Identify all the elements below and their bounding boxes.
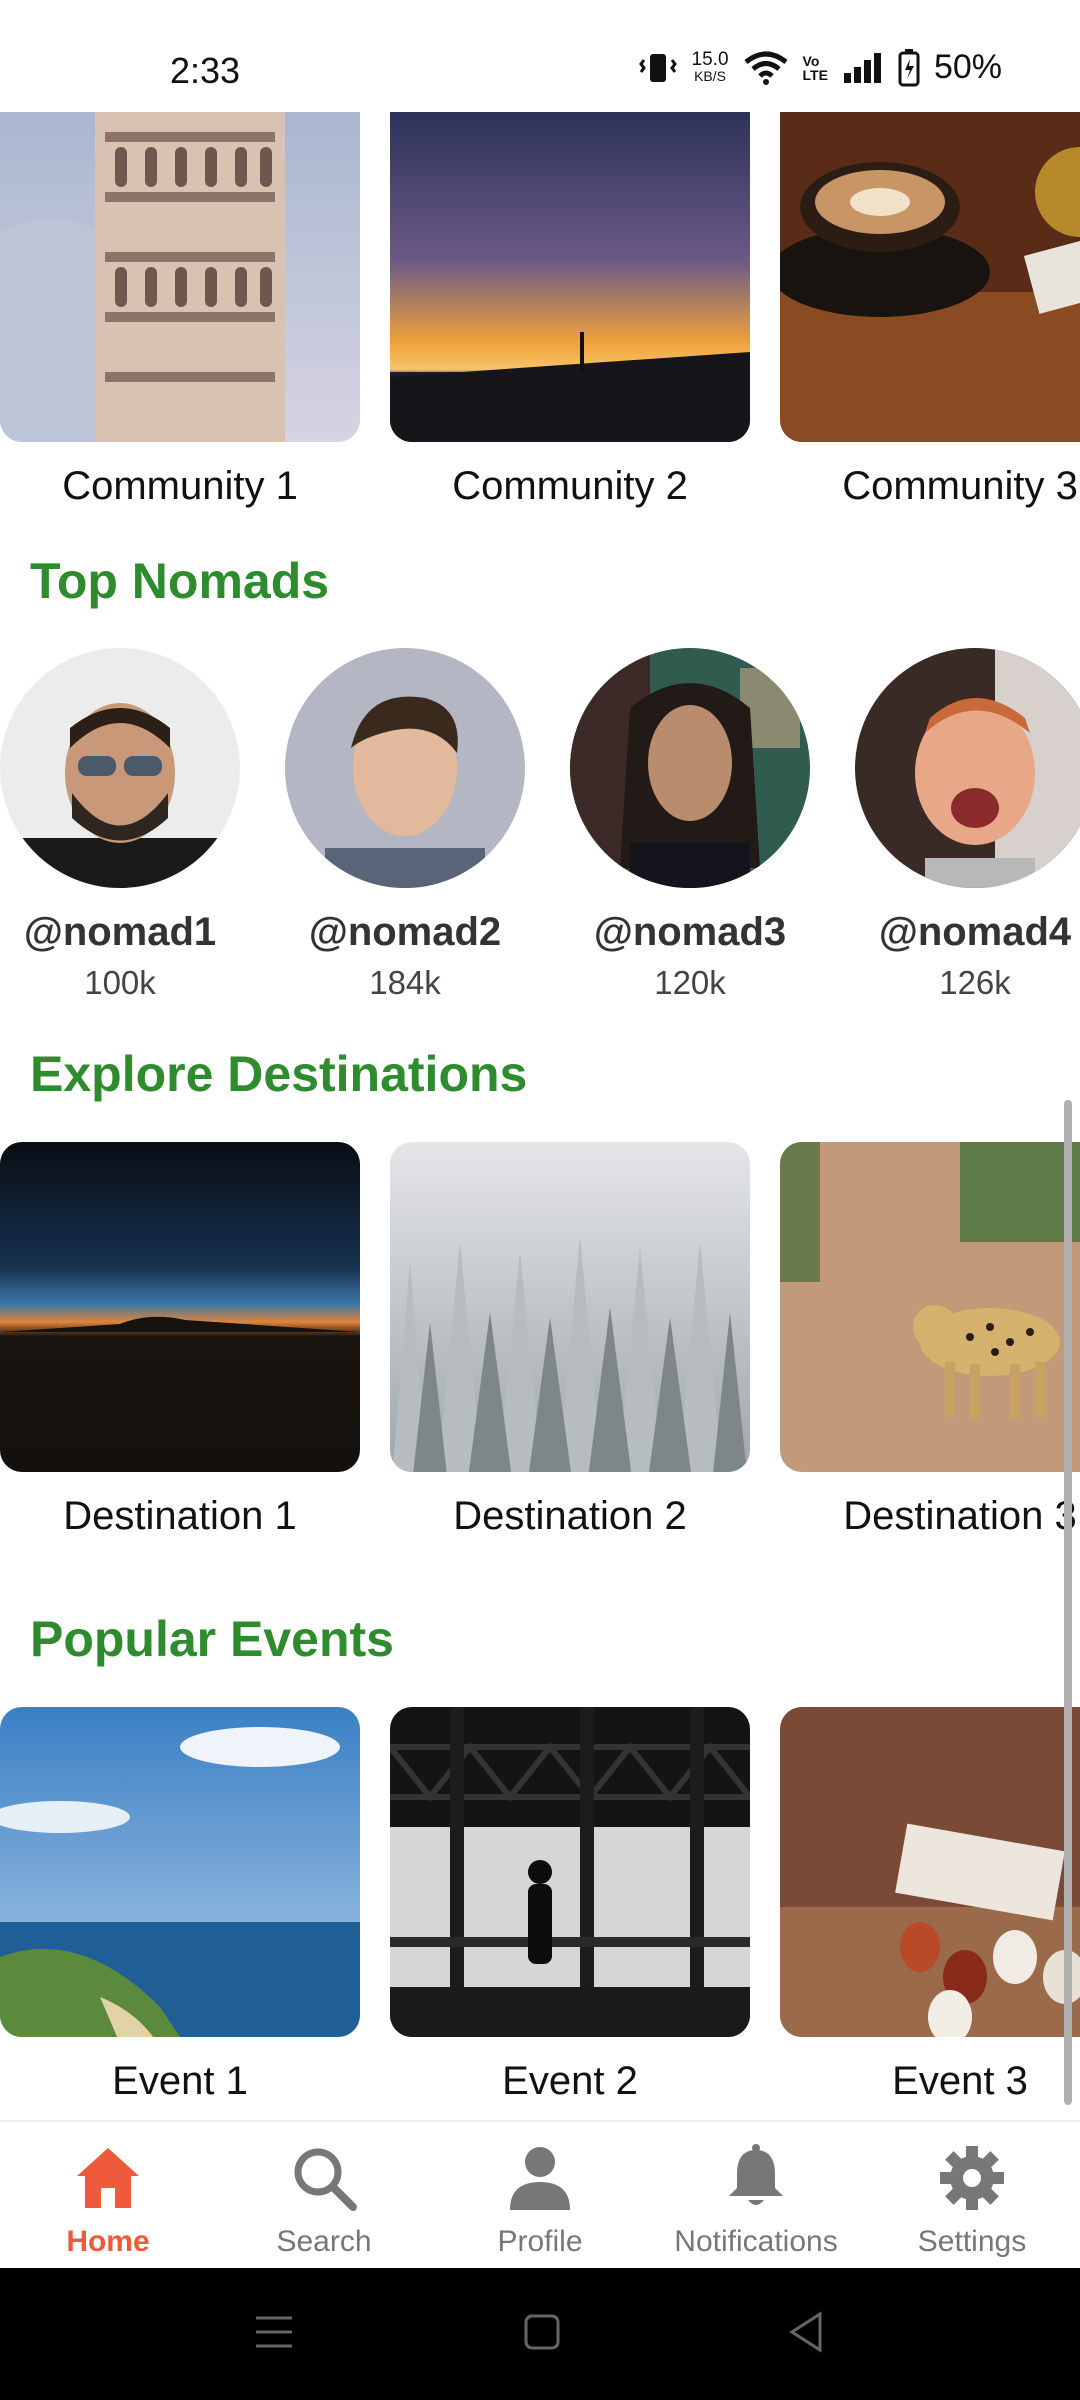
nomad-followers: 126k	[939, 964, 1011, 1001]
event-card[interactable]: Event 2	[390, 1707, 750, 2103]
nomad-followers: 100k	[84, 964, 156, 1001]
community-image	[780, 112, 1080, 442]
event-label: Event 1	[112, 2059, 248, 2103]
event-label: Event 3	[892, 2059, 1028, 2103]
nomad-card[interactable]: @nomad4 126k	[855, 648, 1080, 1001]
nomad-followers: 120k	[654, 964, 726, 1001]
community-image	[0, 112, 360, 442]
avatar	[0, 648, 240, 888]
nav-settings[interactable]: Settings	[864, 2122, 1080, 2270]
community-card[interactable]: Community 2	[390, 112, 750, 508]
bell-icon	[721, 2144, 791, 2217]
community-card[interactable]: Community 3	[780, 112, 1080, 508]
event-image	[390, 1707, 750, 2037]
nav-label: Home	[66, 2225, 150, 2258]
community-card[interactable]: Community 1	[0, 112, 360, 508]
back-button-icon[interactable]	[786, 2310, 826, 2359]
event-card[interactable]: Event 1	[0, 1707, 360, 2103]
nav-label: Search	[276, 2225, 372, 2258]
nav-search[interactable]: Search	[216, 2122, 432, 2270]
destination-label: Destination 1	[63, 1494, 297, 1538]
system-nav-bar	[0, 2268, 1080, 2400]
event-image	[780, 1707, 1080, 2037]
nomad-card[interactable]: @nomad1 100k	[0, 648, 240, 1001]
nomad-handle: @nomad3	[593, 910, 787, 954]
destination-image	[780, 1142, 1080, 1472]
gear-icon	[937, 2144, 1007, 2217]
avatar	[285, 648, 525, 888]
event-image	[0, 1707, 360, 2037]
avatar	[570, 648, 810, 888]
community-label: Community 1	[62, 464, 298, 508]
section-title-top-nomads: Top Nomads	[30, 553, 330, 609]
nomad-card[interactable]: @nomad2 184k	[285, 648, 525, 1001]
battery-percent: 50%	[933, 48, 1002, 86]
status-icons: 15.0 KB/S Vo LTE 50%	[638, 48, 1002, 87]
destination-image	[390, 1142, 750, 1472]
home-button-icon[interactable]	[522, 2310, 562, 2359]
bottom-nav: Home Search Profile Notifications Settin…	[0, 2120, 1080, 2268]
avatar	[855, 648, 1080, 888]
wifi-icon	[743, 50, 789, 86]
section-title-explore-destinations: Explore Destinations	[30, 1046, 528, 1102]
search-icon	[289, 2144, 359, 2217]
battery-icon	[898, 48, 920, 87]
home-feed[interactable]: Community 1 Community 2 Community 3 Top …	[0, 112, 1080, 2120]
status-bar: 2:33 15.0 KB/S Vo LTE 50%	[0, 0, 1080, 112]
community-image	[390, 112, 750, 442]
destination-card[interactable]: Destination 2	[390, 1142, 750, 1538]
nav-label: Notifications	[674, 2225, 838, 2258]
section-title-popular-events: Popular Events	[30, 1611, 394, 1667]
nav-notifications[interactable]: Notifications	[648, 2122, 864, 2270]
nomad-handle: @nomad1	[23, 910, 217, 954]
nav-profile[interactable]: Profile	[432, 2122, 648, 2270]
destination-card[interactable]: Destination 3	[780, 1142, 1080, 1538]
status-time: 2:33	[170, 50, 241, 91]
community-label: Community 2	[452, 464, 688, 508]
destination-label: Destination 2	[453, 1494, 687, 1538]
destination-label: Destination 3	[843, 1494, 1077, 1538]
net-speed: 15.0 KB/S	[691, 48, 729, 84]
home-icon	[73, 2144, 143, 2217]
destination-card[interactable]: Destination 1	[0, 1142, 360, 1538]
event-card[interactable]: Event 3	[780, 1707, 1080, 2103]
nomad-handle: @nomad2	[308, 910, 502, 954]
nomad-handle: @nomad4	[878, 910, 1072, 954]
volte-indicator: Vo LTE	[802, 52, 828, 83]
vibrate-icon	[638, 50, 678, 86]
recents-button-icon[interactable]	[254, 2310, 294, 2359]
nav-home[interactable]: Home	[0, 2122, 216, 2270]
community-label: Community 3	[842, 464, 1078, 508]
nomad-card[interactable]: @nomad3 120k	[570, 648, 810, 1001]
nav-label: Settings	[917, 2225, 1027, 2258]
destination-image	[0, 1142, 360, 1472]
scrollbar[interactable]	[1064, 1100, 1072, 2105]
nomad-followers: 184k	[369, 964, 441, 1001]
person-icon	[505, 2144, 575, 2217]
signal-icon	[842, 51, 884, 85]
event-label: Event 2	[502, 2059, 638, 2103]
nav-label: Profile	[497, 2225, 583, 2258]
